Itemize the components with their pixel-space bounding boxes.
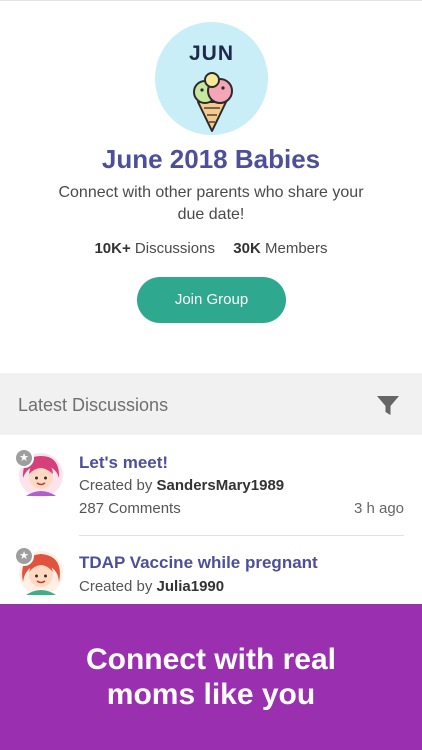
discussion-title[interactable]: Let's meet! — [79, 453, 168, 473]
group-title: June 2018 Babies — [101, 144, 321, 174]
promo-text: Connect with real moms like you — [85, 643, 337, 711]
post-timestamp: 3 h ago — [353, 500, 404, 517]
created-by-label: Created by — [79, 578, 153, 595]
discussion-row[interactable]: ★ Let's meet! Created by SandersMary1989… — [0, 436, 422, 536]
discussion-title[interactable]: TDAP Vaccine while pregnant — [79, 553, 318, 573]
group-stats: 10K+ Discussions 30K Members — [0, 240, 422, 257]
star-icon: ★ — [14, 546, 34, 566]
group-description: Connect with other parents who share you… — [58, 184, 364, 223]
group-avatar: JUN — [155, 22, 268, 135]
author-name[interactable]: SandersMary1989 — [157, 477, 285, 494]
discussions-header: Latest Discussions — [0, 373, 422, 435]
ice-cream-icon — [193, 72, 233, 132]
avatar: ★ — [14, 546, 64, 596]
discussions-label: Discussions — [134, 240, 215, 257]
created-by-label: Created by — [79, 477, 153, 494]
join-group-button[interactable]: Join Group — [137, 277, 286, 323]
star-icon: ★ — [14, 448, 34, 468]
avatar: ★ — [14, 448, 64, 498]
top-divider — [0, 0, 422, 1]
author-name[interactable]: Julia1990 — [157, 578, 225, 595]
discussion-row[interactable]: ★ TDAP Vaccine while pregnant Created by… — [0, 536, 422, 606]
members-count: 30K — [233, 240, 261, 257]
promo-banner: Connect with real moms like you — [0, 604, 422, 750]
section-title: Latest Discussions — [18, 395, 169, 415]
members-label: Members — [265, 240, 328, 257]
discussions-count: 10K+ — [94, 240, 131, 257]
filter-icon[interactable] — [376, 395, 400, 417]
month-badge-label: JUN — [188, 42, 234, 65]
discussion-author: Created by SandersMary1989 — [79, 477, 284, 494]
comment-count: 287 Comments — [79, 500, 181, 517]
discussion-author: Created by Julia1990 — [79, 578, 224, 595]
